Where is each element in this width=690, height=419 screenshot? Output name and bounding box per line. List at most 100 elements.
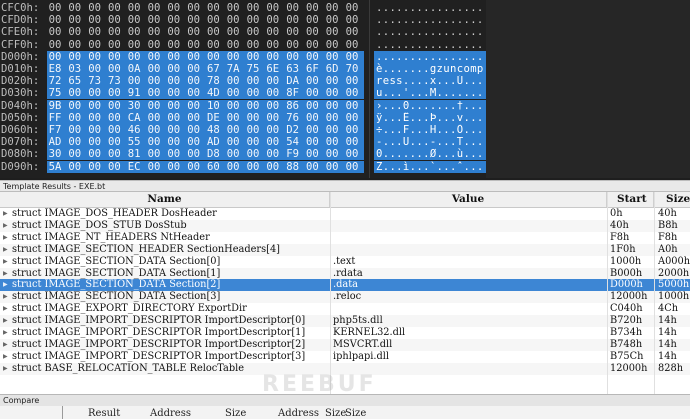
hex-byte[interactable]: D8 (205, 148, 221, 160)
template-row[interactable]: ▶ struct IMAGE_IMPORT_DESCRIPTOR ImportDe… (0, 351, 690, 363)
expand-arrow-icon[interactable]: ▶ (3, 208, 8, 220)
hex-byte[interactable]: E8 (47, 63, 63, 75)
hex-byte[interactable]: 00 (106, 26, 122, 38)
hex-byte[interactable]: 00 (265, 87, 281, 99)
hex-byte[interactable]: 00 (87, 136, 103, 148)
hex-byte[interactable]: 00 (186, 148, 202, 160)
expand-arrow-icon[interactable]: ▶ (3, 268, 8, 280)
hex-byte[interactable]: 00 (225, 136, 241, 148)
hex-byte[interactable]: 8F (285, 87, 301, 99)
hex-byte[interactable]: 00 (265, 39, 281, 51)
hex-byte[interactable]: 73 (106, 75, 122, 87)
hex-byte[interactable]: 00 (265, 51, 281, 63)
column-header-start[interactable]: Start (607, 192, 654, 207)
hex-byte[interactable]: 00 (106, 136, 122, 148)
template-row[interactable]: ▶ struct IMAGE_SECTION_HEADER SectionHead… (0, 243, 690, 256)
hex-byte[interactable]: 00 (87, 14, 103, 26)
compare-col-address2[interactable]: Address (278, 408, 319, 419)
hex-byte[interactable]: 00 (304, 100, 320, 112)
hex-byte[interactable]: 00 (245, 100, 261, 112)
template-row[interactable]: ▶ struct IMAGE_EXPORT_DIRECTORY ExportDir… (0, 303, 690, 315)
hex-byte-group[interactable]: FF 00 00 00 CA 00 00 00 DE 00 00 00 76 00 00 00 (47, 111, 364, 124)
hex-byte[interactable]: 00 (245, 136, 261, 148)
hex-byte[interactable]: 00 (106, 87, 122, 99)
hex-byte[interactable]: 00 (324, 2, 340, 14)
hex-byte[interactable]: 00 (146, 63, 162, 75)
hex-byte[interactable]: 00 (186, 87, 202, 99)
hex-byte[interactable]: 00 (67, 100, 83, 112)
hex-byte[interactable]: 00 (87, 87, 103, 99)
hex-byte[interactable]: 00 (285, 2, 301, 14)
hex-byte[interactable]: 00 (186, 161, 202, 173)
hex-byte[interactable]: 00 (186, 51, 202, 63)
hex-byte[interactable]: 00 (166, 148, 182, 160)
hex-byte[interactable]: 00 (166, 2, 182, 14)
hex-byte[interactable]: 00 (166, 124, 182, 136)
hex-byte[interactable]: 7A (225, 63, 241, 75)
hex-byte[interactable]: 00 (166, 26, 182, 38)
hex-byte[interactable]: 00 (87, 2, 103, 14)
hex-byte-group[interactable]: 75 00 00 00 91 00 00 00 4D 00 00 00 8F 00 00 00 (47, 87, 364, 100)
hex-byte[interactable]: 00 (186, 100, 202, 112)
hex-row[interactable]: D020h: 72 65 73 73 00 00 00 00 78 00 00 00 DA 00 00 00 re… (0, 75, 690, 88)
hex-byte[interactable]: 00 (106, 112, 122, 124)
hex-row[interactable]: CFC0h: 00 00 00 00 00 00 00 00 00 00 00 00 00 00 00 00..… (0, 2, 690, 14)
hex-row-ascii[interactable]: Z...ì...`...ˆ... (374, 160, 486, 173)
hex-row[interactable]: D070h: AD 00 00 00 55 00 00 00 AD 00 00 00 54 00 00 00 -.… (0, 136, 690, 149)
hex-byte[interactable]: 00 (304, 124, 320, 136)
hex-byte[interactable]: 91 (126, 87, 142, 99)
hex-byte[interactable]: 9B (47, 100, 63, 112)
hex-byte[interactable]: 00 (245, 14, 261, 26)
hex-byte[interactable]: EC (126, 161, 142, 173)
hex-byte[interactable]: 00 (225, 124, 241, 136)
compare-col-size2[interactable]: Size (325, 408, 346, 419)
hex-row[interactable]: CFF0h: 00 00 00 00 00 00 00 00 00 00 00 00 00 00 00 00..… (0, 39, 690, 51)
hex-byte[interactable]: 00 (126, 26, 142, 38)
hex-byte[interactable]: CA (126, 112, 142, 124)
hex-byte[interactable]: 00 (225, 26, 241, 38)
hex-byte[interactable]: 00 (265, 26, 281, 38)
hex-byte[interactable]: 00 (344, 51, 360, 63)
expand-arrow-icon[interactable]: ▶ (3, 315, 8, 327)
expand-arrow-icon[interactable]: ▶ (3, 327, 8, 339)
column-header-size[interactable]: Size (654, 192, 690, 207)
hex-byte[interactable]: 0A (126, 63, 142, 75)
hex-byte[interactable]: 00 (304, 161, 320, 173)
hex-byte[interactable]: 00 (265, 136, 281, 148)
hex-byte[interactable]: 10 (205, 100, 221, 112)
hex-byte[interactable]: 70 (344, 63, 360, 75)
hex-byte[interactable]: 63 (285, 63, 301, 75)
hex-byte[interactable]: 00 (166, 39, 182, 51)
hex-byte[interactable]: 00 (324, 39, 340, 51)
hex-byte[interactable]: 00 (304, 14, 320, 26)
template-row[interactable]: ▶ struct IMAGE_IMPORT_DESCRIPTOR ImportDe… (0, 338, 690, 351)
hex-byte[interactable]: 00 (265, 2, 281, 14)
hex-byte[interactable]: 00 (344, 112, 360, 124)
hex-byte[interactable]: 48 (205, 124, 221, 136)
expand-arrow-icon[interactable]: ▶ (3, 351, 8, 363)
hex-byte[interactable]: 00 (106, 14, 122, 26)
hex-byte[interactable]: 00 (126, 14, 142, 26)
hex-byte[interactable]: 00 (344, 75, 360, 87)
hex-byte[interactable]: 00 (146, 161, 162, 173)
template-row[interactable]: ▶ struct IMAGE_IMPORT_DESCRIPTOR ImportDe… (0, 327, 690, 339)
hex-byte[interactable]: 00 (205, 51, 221, 63)
hex-byte[interactable]: 00 (146, 26, 162, 38)
hex-byte[interactable]: 00 (245, 26, 261, 38)
hex-byte[interactable]: 00 (225, 87, 241, 99)
hex-byte[interactable]: 73 (87, 75, 103, 87)
hex-byte[interactable]: 00 (344, 148, 360, 160)
hex-byte[interactable]: 00 (146, 2, 162, 14)
hex-byte[interactable]: 00 (87, 51, 103, 63)
hex-byte-group[interactable]: AD 00 00 00 55 00 00 00 AD 00 00 00 54 00 00 00 (47, 136, 364, 149)
hex-byte[interactable]: DE (205, 112, 221, 124)
hex-byte[interactable]: 88 (285, 161, 301, 173)
hex-byte[interactable]: 46 (126, 124, 142, 136)
hex-byte[interactable]: 00 (225, 112, 241, 124)
hex-byte[interactable]: 00 (285, 51, 301, 63)
compare-col-result[interactable]: Result (88, 408, 120, 419)
template-row[interactable]: ▶ struct IMAGE_SECTION_DATA Section[3] .re… (0, 291, 690, 304)
hex-byte[interactable]: 00 (344, 100, 360, 112)
hex-byte[interactable]: 00 (87, 100, 103, 112)
hex-byte[interactable]: 00 (126, 39, 142, 51)
